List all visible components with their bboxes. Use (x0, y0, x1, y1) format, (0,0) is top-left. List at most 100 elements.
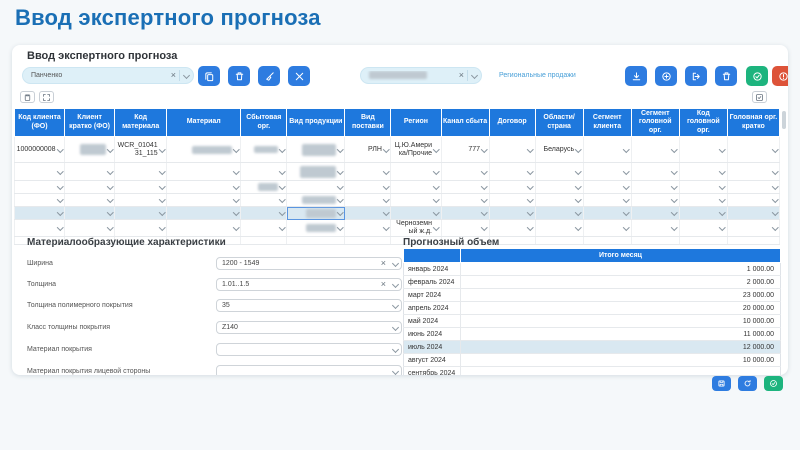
chevron-down-icon[interactable] (337, 168, 343, 174)
select-all-button[interactable] (752, 91, 767, 103)
grid-column-header[interactable]: Договор (489, 109, 535, 137)
field-combobox[interactable]: 35 (216, 299, 402, 312)
grid-cell[interactable] (391, 181, 441, 194)
grid-cell[interactable] (167, 220, 241, 237)
month-total-value[interactable]: 11 000.00 (461, 328, 781, 341)
grid-cell[interactable] (287, 163, 345, 181)
chevron-down-icon[interactable] (159, 168, 165, 174)
grid-cell[interactable] (583, 181, 631, 194)
grid-cell[interactable] (631, 163, 679, 181)
chevron-down-icon[interactable] (575, 146, 581, 152)
chevron-down-icon[interactable] (107, 225, 113, 231)
grid-cell[interactable] (727, 137, 779, 163)
chevron-down-icon[interactable] (772, 146, 778, 152)
grid-cell[interactable] (65, 181, 115, 194)
grid-column-header[interactable]: Код материала (115, 109, 167, 137)
month-total-value[interactable] (461, 367, 781, 376)
forecast-row[interactable]: июль 202412 000.00 (404, 341, 781, 354)
user-filter-combobox[interactable]: Панченко × (22, 67, 194, 84)
chevron-down-icon[interactable] (279, 209, 285, 215)
grid-cell[interactable] (391, 207, 441, 220)
forecast-row[interactable]: август 202410 000.00 (404, 354, 781, 367)
chevron-down-icon[interactable] (719, 196, 725, 202)
grid-cell[interactable] (679, 237, 727, 245)
chevron-down-icon[interactable] (383, 146, 389, 152)
chevron-down-icon[interactable] (623, 183, 629, 189)
chevron-down-icon[interactable] (433, 168, 439, 174)
chevron-down-icon[interactable] (671, 146, 677, 152)
chevron-down-icon[interactable] (383, 183, 389, 189)
chevron-down-icon[interactable] (433, 183, 439, 189)
grid-cell[interactable] (167, 163, 241, 181)
combobox-toggle[interactable] (389, 325, 401, 330)
grid-cell[interactable] (287, 137, 345, 163)
chevron-down-icon[interactable] (671, 209, 677, 215)
grid-cell[interactable] (115, 207, 167, 220)
grid-cell[interactable] (535, 194, 583, 207)
grid-cell[interactable] (489, 220, 535, 237)
grid-cell[interactable] (441, 181, 489, 194)
chevron-down-icon[interactable] (719, 146, 725, 152)
chevron-down-icon[interactable] (772, 183, 778, 189)
grid-cell[interactable] (583, 194, 631, 207)
plus-circle-button[interactable] (655, 66, 677, 86)
chevron-down-icon[interactable] (159, 196, 165, 202)
grid-cell[interactable] (631, 137, 679, 163)
forecast-row[interactable]: июнь 202411 000.00 (404, 328, 781, 341)
chevron-down-icon[interactable] (159, 146, 165, 152)
grid-cell[interactable] (167, 137, 241, 163)
combobox-toggle[interactable] (179, 70, 193, 81)
chevron-down-icon[interactable] (159, 183, 165, 189)
chevron-down-icon[interactable] (433, 209, 439, 215)
chevron-down-icon[interactable] (337, 183, 343, 189)
field-combobox[interactable]: 1200 - 1549× (216, 257, 402, 270)
chevron-down-icon[interactable] (481, 196, 487, 202)
grid-column-header[interactable]: Сбытовая орг. (241, 109, 287, 137)
field-combobox[interactable]: Z140 (216, 321, 402, 334)
chevron-down-icon[interactable] (772, 225, 778, 231)
chevron-down-icon[interactable] (527, 183, 533, 189)
chevron-down-icon[interactable] (623, 225, 629, 231)
chevron-down-icon[interactable] (527, 168, 533, 174)
trash-button[interactable] (228, 66, 250, 86)
grid-cell[interactable] (631, 237, 679, 245)
chevron-down-icon[interactable] (107, 168, 113, 174)
chevron-down-icon[interactable] (107, 146, 113, 152)
chevron-down-icon[interactable] (279, 196, 285, 202)
chevron-down-icon[interactable] (233, 168, 239, 174)
chevron-down-icon[interactable] (772, 209, 778, 215)
chevron-down-icon[interactable] (772, 168, 778, 174)
chevron-down-icon[interactable] (279, 168, 285, 174)
grid-cell[interactable] (631, 220, 679, 237)
grid-cell[interactable] (287, 194, 345, 207)
chevron-down-icon[interactable] (279, 146, 285, 152)
chevron-down-icon[interactable] (527, 209, 533, 215)
save-button[interactable] (712, 376, 731, 391)
chevron-down-icon[interactable] (623, 209, 629, 215)
chevron-down-icon[interactable] (623, 146, 629, 152)
chevron-down-icon[interactable] (233, 225, 239, 231)
grid-cell[interactable] (241, 194, 287, 207)
grid-cell[interactable] (65, 163, 115, 181)
grid-cell[interactable] (65, 220, 115, 237)
chevron-down-icon[interactable] (671, 183, 677, 189)
grid-cell[interactable] (535, 163, 583, 181)
grid-cell[interactable] (287, 237, 345, 245)
grid-cell[interactable] (583, 237, 631, 245)
grid-cell[interactable] (167, 194, 241, 207)
copy-button[interactable] (198, 66, 220, 86)
clear-icon[interactable]: × (378, 280, 389, 289)
chevron-down-icon[interactable] (337, 209, 343, 215)
check-circle-button[interactable] (764, 376, 783, 391)
grid-cell[interactable] (241, 237, 287, 245)
grid-cell[interactable] (391, 163, 441, 181)
grid-cell[interactable] (631, 194, 679, 207)
grid-cell[interactable] (287, 181, 345, 194)
grid-cell[interactable] (241, 163, 287, 181)
chevron-down-icon[interactable] (279, 225, 285, 231)
grid-cell[interactable] (441, 220, 489, 237)
grid-cell[interactable] (583, 137, 631, 163)
grid-column-header[interactable]: Материал (167, 109, 241, 137)
grid-cell[interactable] (631, 181, 679, 194)
field-combobox[interactable]: 1.01..1.5× (216, 278, 402, 291)
